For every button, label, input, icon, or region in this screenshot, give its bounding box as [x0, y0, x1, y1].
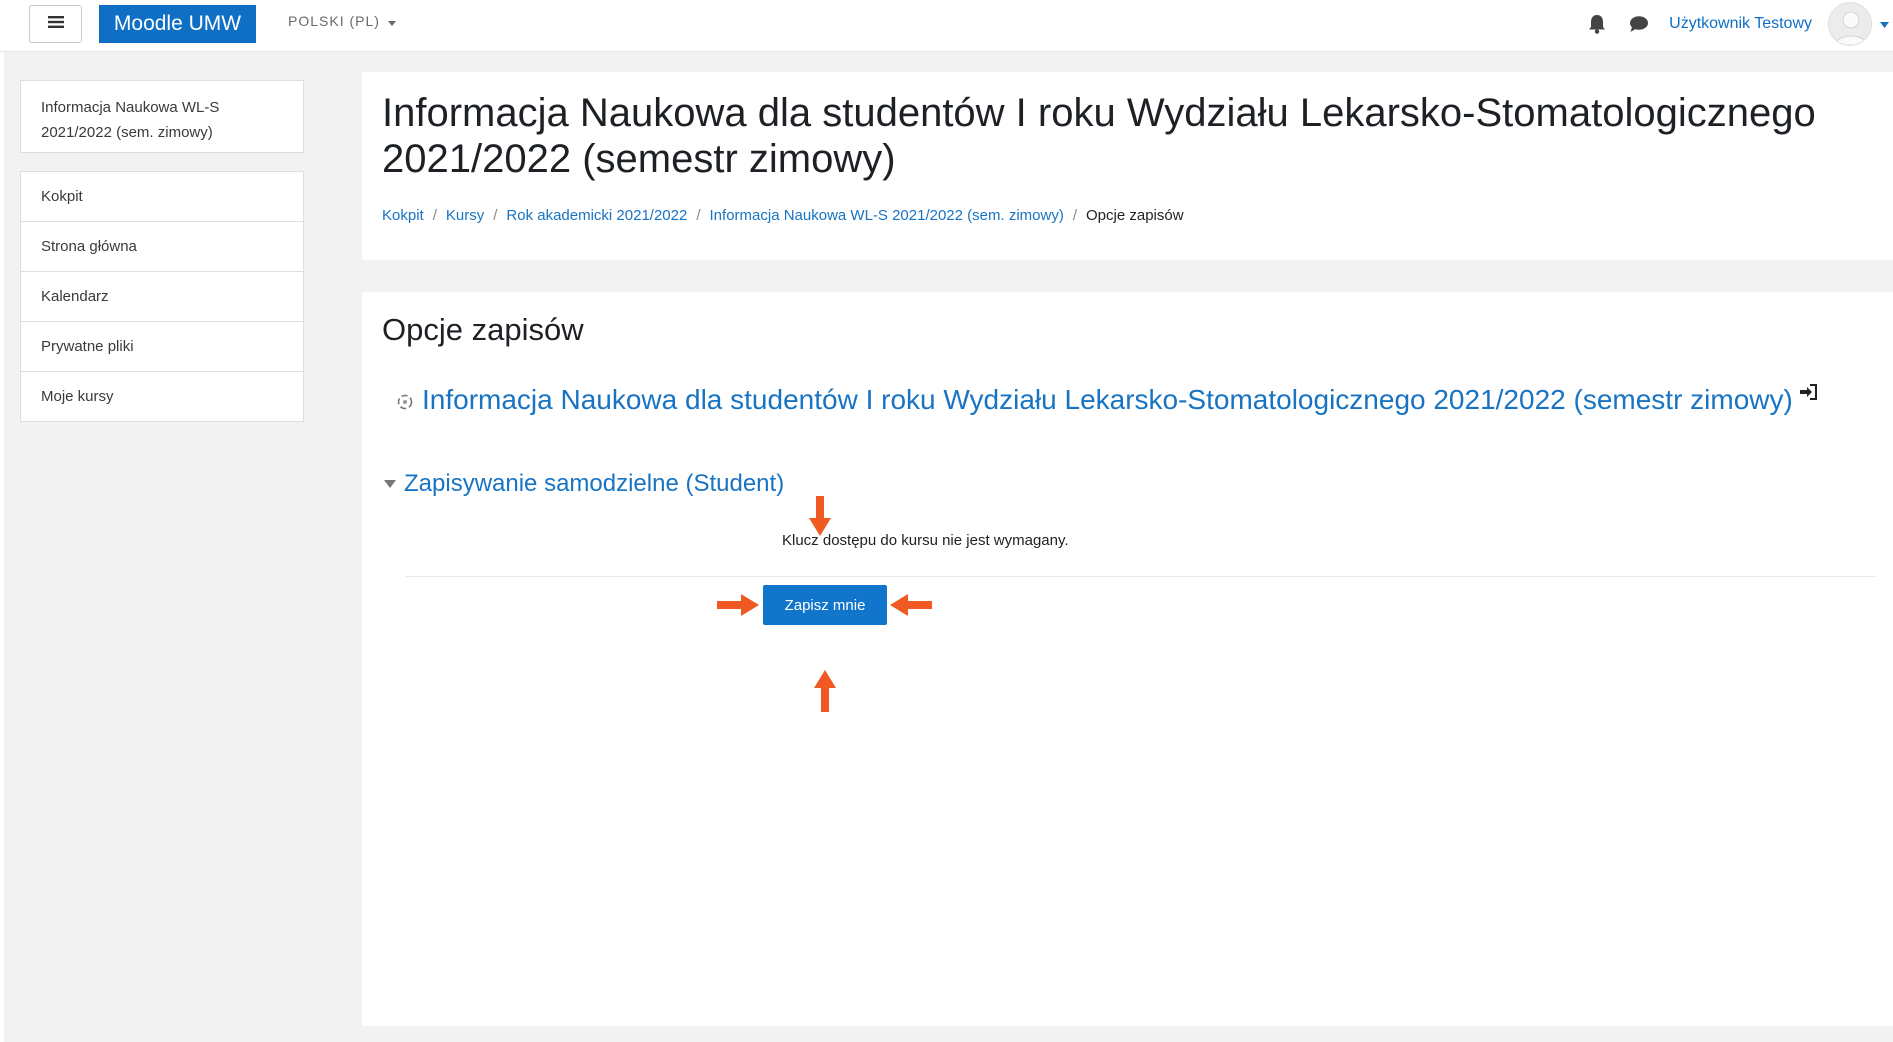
breadcrumb-item-academic-year[interactable]: Rok akademicki 2021/2022 [506, 207, 687, 224]
breadcrumb-separator: / [432, 207, 437, 224]
drawer-item-calendar[interactable]: Kalendarz [21, 272, 303, 322]
drawer-item-kokpit[interactable]: Kokpit [21, 172, 303, 222]
user-navigation: Użytkownik Testowy [1585, 0, 1893, 48]
main-content: Opcje zapisów Informacja Naukowa dla stu… [362, 292, 1893, 1026]
page-title: Informacja Naukowa dla studentów I roku … [382, 91, 1816, 181]
nav-drawer: Informacja Naukowa WL-S 2021/2022 (sem. … [20, 80, 304, 422]
arrow-left-icon [890, 594, 932, 621]
arrow-up-icon [814, 670, 836, 717]
divider [406, 576, 1876, 577]
top-navbar: Moodle UMW POLSKI (PL) Użytkownik Testow… [0, 0, 1893, 52]
language-label: POLSKI (PL) [288, 13, 380, 29]
page-header: Informacja Naukowa dla studentów I roku … [362, 72, 1893, 260]
breadcrumb-item-current: Opcje zapisów [1086, 207, 1184, 224]
menu-icon [47, 15, 64, 34]
menu-toggle-button[interactable] [29, 5, 82, 43]
course-icon [396, 393, 414, 416]
sign-in-icon [1799, 384, 1817, 405]
collapse-triangle-icon [384, 475, 396, 493]
avatar-icon[interactable] [1828, 2, 1872, 46]
user-menu-link[interactable]: Użytkownik Testowy [1669, 15, 1812, 33]
breadcrumb-item-courses[interactable]: Kursy [446, 207, 484, 224]
breadcrumb-item-course[interactable]: Informacja Naukowa WL-S 2021/2022 (sem. … [710, 207, 1064, 224]
arrow-right-icon [717, 594, 759, 621]
breadcrumb-item-kokpit[interactable]: Kokpit [382, 207, 424, 224]
chat-icon[interactable] [1627, 12, 1651, 36]
enrol-me-button[interactable]: Zapisz mnie [763, 585, 887, 625]
drawer-item-my-courses[interactable]: Moje kursy [21, 372, 303, 421]
breadcrumb-separator: / [696, 207, 701, 224]
bell-icon[interactable] [1585, 12, 1609, 36]
course-link-row: Informacja Naukowa dla studentów I roku … [396, 384, 1817, 416]
drawer-nav-list: Kokpit Strona główna Kalendarz Prywatne … [20, 171, 304, 422]
arrow-down-icon [809, 496, 831, 541]
course-title-link[interactable]: Informacja Naukowa dla studentów I roku … [422, 384, 1793, 416]
site-brand-link[interactable]: Moodle UMW [99, 5, 256, 43]
caret-down-icon [387, 13, 396, 29]
enrol-method-title: Zapisywanie samodzielne (Student) [404, 470, 785, 497]
breadcrumb-separator: / [1072, 207, 1077, 224]
language-menu[interactable]: POLSKI (PL) [288, 13, 396, 29]
breadcrumb-separator: / [493, 207, 498, 224]
drawer-item-private-files[interactable]: Prywatne pliki [21, 322, 303, 372]
drawer-course-link[interactable]: Informacja Naukowa WL-S 2021/2022 (sem. … [20, 80, 304, 153]
enrol-method-toggle[interactable]: Zapisywanie samodzielne (Student) [384, 470, 784, 498]
drawer-item-home[interactable]: Strona główna [21, 222, 303, 272]
section-title: Opcje zapisów [382, 312, 584, 347]
caret-down-icon[interactable] [1880, 15, 1889, 33]
breadcrumb: Kokpit / Kursy / Rok akademicki 2021/202… [382, 207, 1184, 224]
